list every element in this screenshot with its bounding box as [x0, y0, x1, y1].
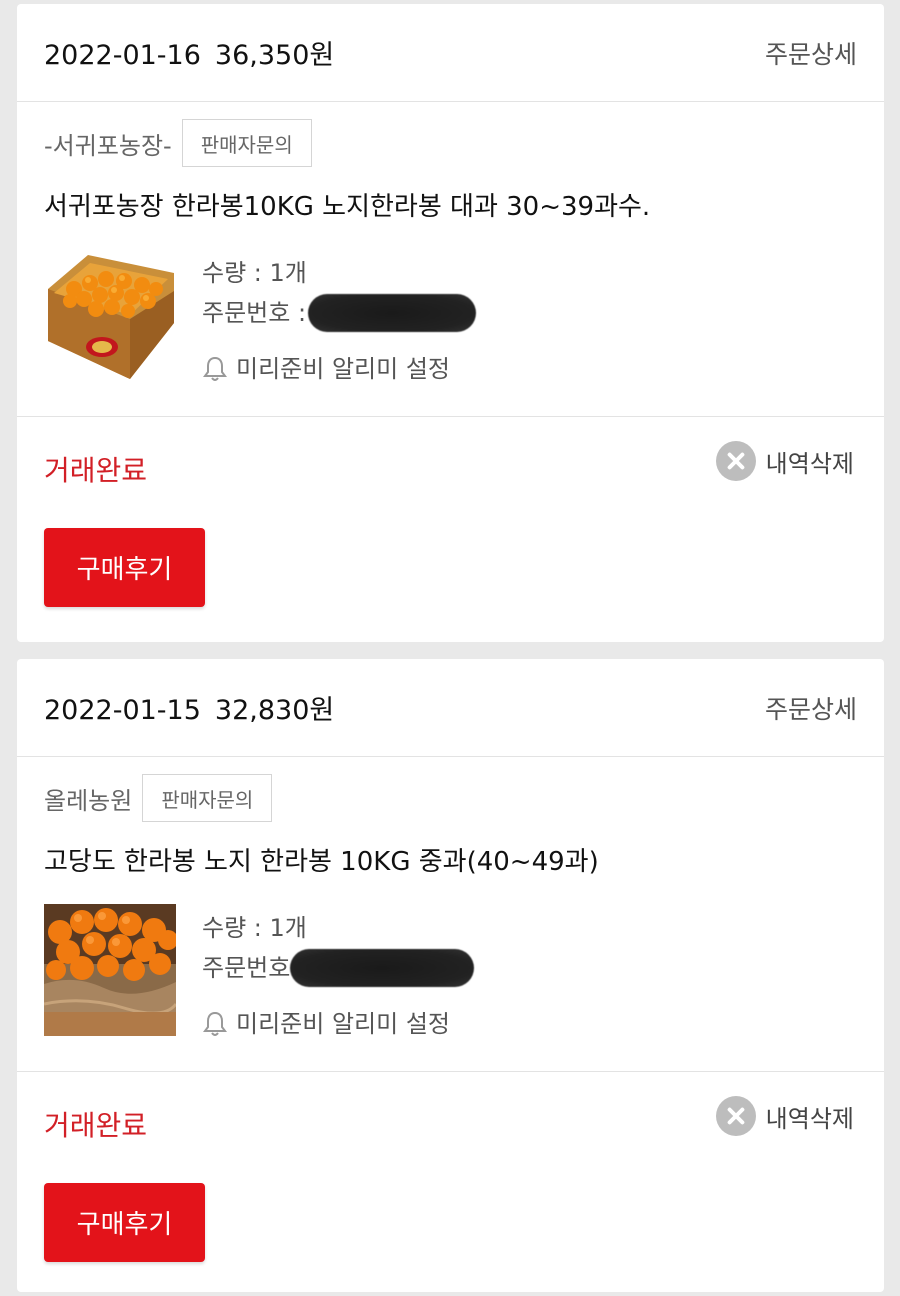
quantity-text: 수량 : 1개 [202, 259, 307, 287]
seller-inquiry-button[interactable]: 판매자문의 [181, 119, 312, 167]
order-status: 거래완료 [44, 454, 148, 487]
order-summary: 2022-01-16 36,350원 [44, 33, 334, 72]
order-number-label: 주문번호 : [202, 299, 307, 327]
alarm-setting-link[interactable]: 미리준비 알리미 설정 [202, 349, 476, 389]
close-circle-icon [715, 1096, 756, 1136]
product-row: 수량 : 1개 주문번호 미리준비 알리미 설정 [44, 904, 857, 1044]
order-detail-link[interactable]: 주문상세 [765, 690, 857, 726]
seller-name[interactable]: 올레농원 [44, 781, 132, 816]
delete-history-button[interactable]: 내역삭제 [715, 1096, 854, 1136]
order-body: -서귀포농장- 판매자문의 서귀포농장 한라봉10KG 노지한라봉 대과 30~… [17, 102, 884, 417]
bell-icon [202, 1010, 228, 1038]
product-thumbnail[interactable] [44, 904, 176, 1036]
bell-icon [202, 355, 228, 383]
order-summary: 2022-01-15 32,830원 [44, 688, 334, 727]
delete-history-label: 내역삭제 [765, 1104, 854, 1133]
purchase-review-button[interactable]: 구매후기 [44, 528, 205, 607]
product-thumbnail[interactable] [44, 249, 176, 381]
product-info: 수량 : 1개 주문번호 미리준비 알리미 설정 [202, 904, 475, 1044]
order-header: 2022-01-16 36,350원 주문상세 [17, 4, 884, 102]
product-title[interactable]: 고당도 한라봉 노지 한라봉 10KG 중과(40~49과) [44, 841, 857, 878]
seller-row: 올레농원 판매자문의 [44, 773, 857, 823]
product-row: 수량 : 1개 주문번호 : 미리준비 알리미 설정 [44, 249, 857, 389]
order-date: 2022-01-15 [44, 695, 201, 726]
order-price: 36,350원 [214, 40, 335, 71]
alarm-setting-link[interactable]: 미리준비 알리미 설정 [202, 1004, 474, 1044]
order-card: 2022-01-16 36,350원 주문상세 -서귀포농장- 판매자문의 서귀포… [17, 4, 884, 642]
product-info: 수량 : 1개 주문번호 : 미리준비 알리미 설정 [202, 249, 477, 389]
order-detail-link[interactable]: 주문상세 [765, 35, 857, 71]
order-card: 2022-01-15 32,830원 주문상세 올레농원 판매자문의 고당도 한라… [17, 659, 884, 1292]
seller-name[interactable]: -서귀포농장- [44, 126, 172, 161]
seller-row: -서귀포농장- 판매자문의 [44, 118, 857, 168]
seller-inquiry-button[interactable]: 판매자문의 [142, 774, 273, 822]
delete-history-button[interactable]: 내역삭제 [715, 441, 854, 481]
order-price: 32,830원 [214, 695, 335, 726]
order-status: 거래완료 [44, 1109, 148, 1142]
order-number-label: 주문번호 [202, 954, 291, 982]
order-number-row: 주문번호 [202, 948, 475, 988]
order-body: 올레농원 판매자문의 고당도 한라봉 노지 한라봉 10KG 중과(40~49과… [17, 757, 884, 1072]
order-number-row: 주문번호 : [202, 293, 477, 333]
purchase-review-button[interactable]: 구매후기 [44, 1183, 205, 1262]
product-title[interactable]: 서귀포농장 한라봉10KG 노지한라봉 대과 30~39과수. [44, 186, 857, 223]
quantity-text: 수량 : 1개 [202, 914, 307, 942]
order-number-redacted [308, 294, 477, 332]
order-number-redacted [290, 949, 475, 987]
order-footer: 거래완료 내역삭제 구매후기 [17, 1072, 884, 1296]
order-date: 2022-01-16 [44, 40, 201, 71]
order-header: 2022-01-15 32,830원 주문상세 [17, 659, 884, 757]
delete-history-label: 내역삭제 [765, 449, 854, 478]
close-circle-icon [715, 441, 756, 481]
alarm-label: 미리준비 알리미 설정 [236, 1010, 450, 1038]
alarm-label: 미리준비 알리미 설정 [236, 355, 450, 383]
order-footer: 거래완료 내역삭제 구매후기 [17, 417, 884, 641]
